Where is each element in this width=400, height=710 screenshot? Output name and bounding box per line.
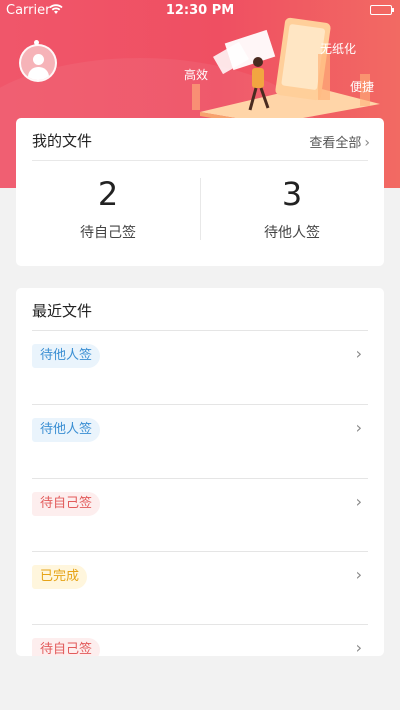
row-divider	[32, 551, 368, 552]
stat-pending-others-count: 3	[281, 175, 303, 213]
list-item[interactable]: 待他人签 ›	[32, 404, 368, 478]
view-all-label: 查看全部	[309, 136, 362, 151]
stat-pending-others[interactable]: 3 待他人签	[200, 176, 384, 242]
recent-files-title: 最近文件	[32, 302, 93, 320]
list-item[interactable]: 待自己签 ›	[32, 478, 368, 552]
chevron-right-icon: ›	[355, 344, 362, 363]
chevron-right-icon: ›	[355, 492, 362, 511]
avatar[interactable]	[19, 44, 57, 82]
my-files-divider	[32, 160, 368, 161]
chevron-right-icon: ›	[364, 135, 370, 151]
view-all-link[interactable]: 查看全部 ›	[309, 132, 370, 151]
chevron-right-icon: ›	[355, 418, 362, 437]
chevron-right-icon: ›	[355, 565, 362, 584]
row-divider	[32, 624, 368, 625]
my-files-card: 我的文件 查看全部 › 2 待自己签 3 待他人签	[16, 118, 384, 266]
avatar-head	[33, 54, 44, 65]
signing-illustration	[192, 17, 380, 124]
status-badge: 已完成	[32, 565, 88, 589]
chevron-right-icon: ›	[355, 638, 362, 656]
banner-tag-convenient: 便捷	[350, 80, 375, 94]
avatar-indicator-dot	[34, 40, 39, 45]
status-badge: 待他人签	[32, 418, 101, 442]
row-divider	[32, 330, 368, 331]
row-divider	[32, 478, 368, 479]
row-divider	[32, 404, 368, 405]
list-item[interactable]: 已完成 ›	[32, 551, 368, 625]
stat-pending-self[interactable]: 2 待自己签	[16, 176, 200, 242]
banner-tag-efficient: 高效	[184, 68, 209, 82]
list-item[interactable]: 待他人签 ›	[32, 330, 368, 404]
avatar-body	[28, 67, 49, 80]
list-item[interactable]: 待自己签 ›	[32, 624, 368, 656]
status-badge: 待自己签	[32, 492, 101, 516]
stat-pending-self-label: 待自己签	[80, 225, 136, 241]
recent-files-card: 最近文件 待他人签 › 待他人签 › 待自己签 › 已完成 › 待自己签 ›	[16, 288, 384, 656]
banner-tag-paperless: 无纸化	[320, 42, 357, 56]
stat-pending-others-label: 待他人签	[264, 225, 320, 241]
my-files-title: 我的文件	[32, 132, 93, 150]
status-badge: 待自己签	[32, 638, 101, 656]
status-badge: 待他人签	[32, 344, 101, 368]
stat-pending-self-count: 2	[97, 175, 119, 213]
